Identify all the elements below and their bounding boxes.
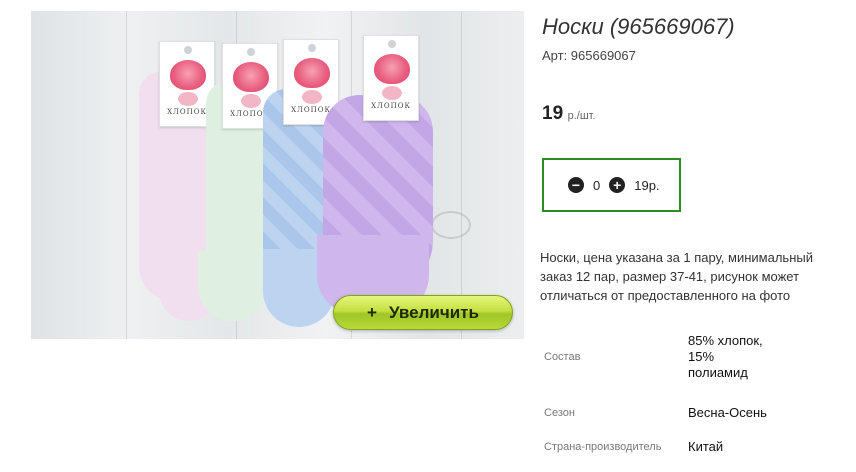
property-row: Сезон Весна-Осень — [540, 392, 768, 434]
quantity-stepper: − 0 + 19р. — [542, 158, 681, 212]
product-description: Носки, цена указана за 1 пару, минимальн… — [540, 250, 813, 303]
wood-plank-line — [126, 11, 127, 339]
property-row: Состав 85% хлопок, 15% полиамид — [540, 322, 768, 392]
property-row: Страна-производитель Китай — [540, 434, 768, 460]
price: 19 р./шт. — [542, 103, 596, 125]
zoom-label: Увеличить — [388, 302, 479, 322]
property-value: 85% хлопок, 15% полиамид — [688, 333, 763, 380]
tag-label: ХЛОПОК — [371, 102, 411, 110]
product-title: Носки (965669067) — [542, 14, 735, 39]
price-unit: р./шт. — [567, 110, 596, 122]
product-image[interactable]: ХЛОПОК ХЛОПОК ХЛОПОК ХЛОПОК — [31, 11, 524, 339]
price-amount: 19 — [542, 103, 564, 124]
wood-knot — [431, 211, 471, 239]
quantity-sum: 19р. — [634, 177, 660, 193]
zoom-button[interactable]: + Увеличить — [333, 295, 513, 330]
property-key: Состав — [544, 351, 581, 363]
plus-circle-icon[interactable]: + — [609, 177, 626, 193]
wood-plank-line — [461, 11, 462, 339]
quantity-value[interactable]: 0 — [593, 178, 600, 193]
properties-table: Состав 85% хлопок, 15% полиамид Сезон Ве… — [540, 322, 768, 460]
property-key: Страна-производитель — [544, 441, 662, 453]
property-key: Сезон — [544, 407, 575, 419]
product-sku: Арт: 965669067 — [542, 48, 636, 63]
property-value: Китай — [688, 439, 724, 454]
minus-circle-icon[interactable]: − — [568, 177, 584, 193]
plus-icon: + — [367, 302, 377, 322]
property-value: Весна-Осень — [688, 405, 767, 420]
